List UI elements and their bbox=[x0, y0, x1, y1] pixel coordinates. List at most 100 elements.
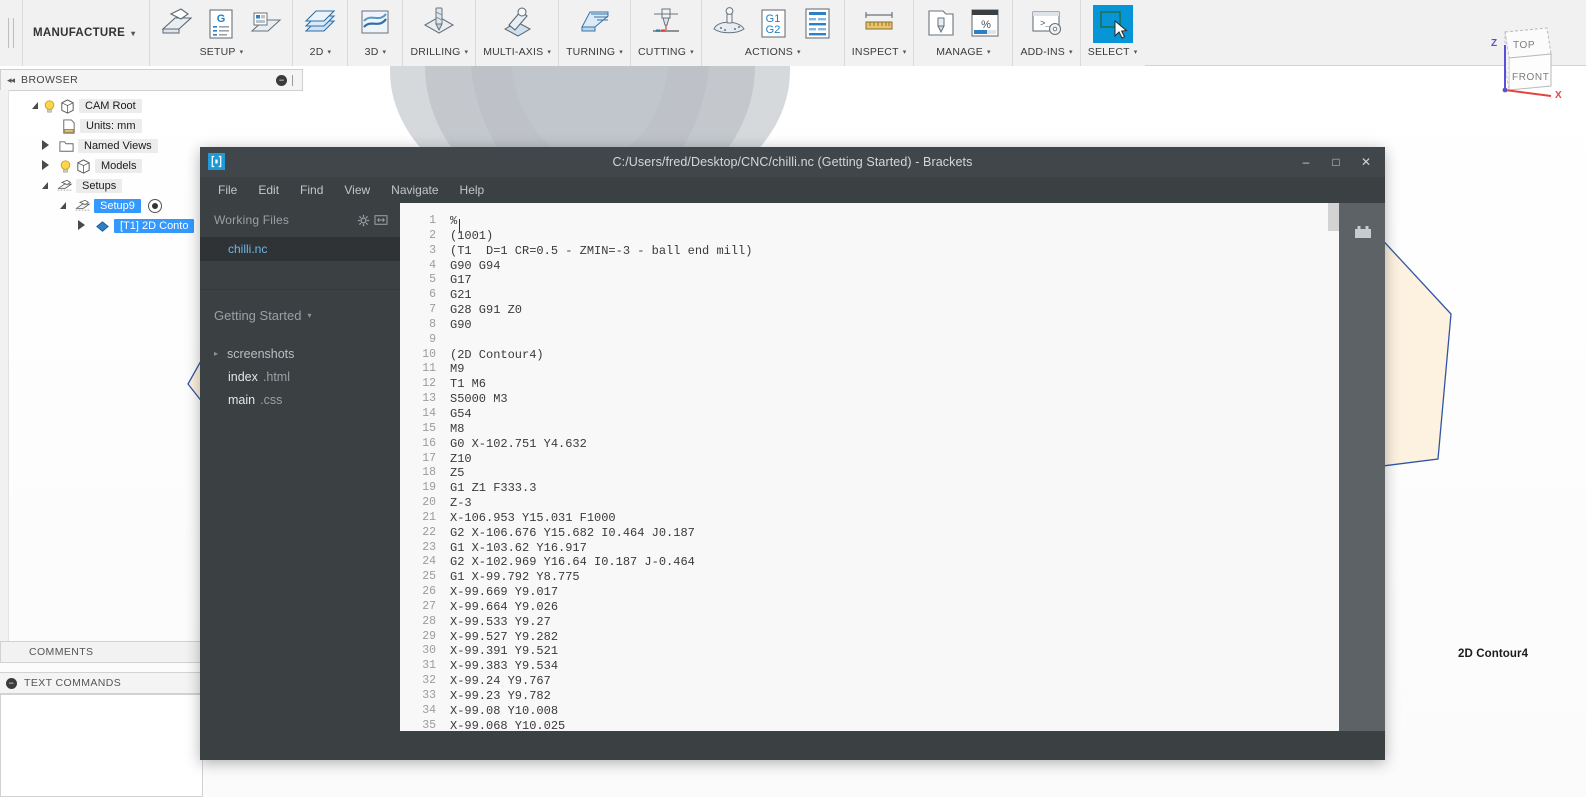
machining-time-icon[interactable]: % bbox=[965, 5, 1005, 43]
measure-ruler-icon[interactable] bbox=[859, 5, 899, 43]
expander-closed-icon[interactable] bbox=[74, 220, 88, 232]
line-text: X-99.527 Y9.282 bbox=[450, 629, 559, 644]
scripts-addins-icon[interactable]: >_ bbox=[1027, 5, 1067, 43]
code-line[interactable]: 7 G28 G91 Z0 bbox=[400, 303, 1339, 318]
code-line[interactable]: 23 G1 X-103.62 Y16.917 bbox=[400, 541, 1339, 556]
menu-file[interactable]: File bbox=[210, 180, 245, 200]
code-line[interactable]: 28 X-99.533 Y9.27 bbox=[400, 615, 1339, 630]
minimize-icon[interactable]: − bbox=[276, 74, 287, 86]
code-line[interactable]: 8 G90 bbox=[400, 318, 1339, 333]
code-line[interactable]: 19 G1 Z1 F333.3 bbox=[400, 481, 1339, 496]
code-editor[interactable]: 1% 2 (1001) 3 (T1 D=1 CR=0.5 - ZMIN=-3 - bal… bbox=[400, 203, 1339, 732]
view-cube-top-label[interactable]: TOP bbox=[1513, 40, 1535, 51]
setup-sheet-icon[interactable] bbox=[797, 5, 837, 43]
2d-toolpath-icon[interactable] bbox=[300, 5, 340, 43]
setup-from-model-icon[interactable] bbox=[157, 5, 197, 43]
menu-navigate[interactable]: Navigate bbox=[383, 180, 446, 200]
code-line[interactable]: 21 X-106.953 Y15.031 F1000 bbox=[400, 511, 1339, 526]
code-line[interactable]: 29 X-99.527 Y9.282 bbox=[400, 630, 1339, 645]
code-line[interactable]: 11 M9 bbox=[400, 362, 1339, 377]
light-bulb-icon[interactable] bbox=[42, 99, 57, 114]
minimize-button[interactable]: – bbox=[1291, 147, 1321, 177]
comments-panel-header[interactable]: COMMENTS bbox=[0, 641, 205, 663]
minimize-icon[interactable]: − bbox=[6, 677, 17, 689]
menu-edit[interactable]: Edit bbox=[250, 180, 287, 200]
code-line[interactable]: 22 G2 X-106.676 Y15.682 I0.464 J0.187 bbox=[400, 526, 1339, 541]
code-line[interactable]: 6 G21 bbox=[400, 288, 1339, 303]
turning-icon[interactable] bbox=[575, 5, 615, 43]
project-root-selector[interactable]: Getting Started ▾ bbox=[200, 298, 400, 332]
text-commands-panel-header[interactable]: − TEXT COMMANDS bbox=[0, 672, 205, 694]
code-line[interactable]: 25 G1 X-99.792 Y8.775 bbox=[400, 570, 1339, 585]
multi-axis-icon[interactable] bbox=[497, 5, 537, 43]
panel-resize-handle[interactable] bbox=[292, 74, 296, 86]
tree-item-cam-root[interactable]: CAM Root bbox=[0, 96, 303, 116]
editor-vertical-scrollbar[interactable] bbox=[1328, 203, 1339, 760]
code-line[interactable]: 18 Z5 bbox=[400, 466, 1339, 481]
working-file-chilli-nc[interactable]: chilli.nc bbox=[200, 237, 400, 261]
code-line[interactable]: 9 bbox=[400, 333, 1339, 348]
code-line[interactable]: 3 (T1 D=1 CR=0.5 - ZMIN=-3 - ball end mil… bbox=[400, 244, 1339, 259]
collapse-arrows-icon[interactable]: ◂◂ bbox=[7, 75, 15, 86]
expander-open-icon[interactable] bbox=[28, 101, 42, 111]
workspace-switcher[interactable]: MANUFACTURE ▾ bbox=[23, 0, 151, 66]
scrollbar-thumb[interactable] bbox=[1328, 203, 1339, 231]
menu-help[interactable]: Help bbox=[452, 180, 493, 200]
code-line[interactable]: 24 G2 X-102.969 Y16.64 I0.187 J-0.464 bbox=[400, 555, 1339, 570]
chevron-down-icon: ▾ bbox=[464, 49, 469, 56]
code-line[interactable]: 4 G90 G94 bbox=[400, 259, 1339, 274]
code-line[interactable]: 13 S5000 M3 bbox=[400, 392, 1339, 407]
gear-icon[interactable] bbox=[354, 211, 372, 229]
code-line[interactable]: 31 X-99.383 Y9.534 bbox=[400, 659, 1339, 674]
menu-find[interactable]: Find bbox=[292, 180, 331, 200]
select-window-icon[interactable] bbox=[1092, 5, 1133, 43]
code-line[interactable]: 34 X-99.08 Y10.008 bbox=[400, 704, 1339, 719]
code-line[interactable]: 33 X-99.23 Y9.782 bbox=[400, 689, 1339, 704]
code-line[interactable]: 17 Z10 bbox=[400, 452, 1339, 467]
expander-open-icon[interactable] bbox=[56, 201, 70, 211]
code-line[interactable]: 20 Z-3 bbox=[400, 496, 1339, 511]
code-line[interactable]: 12 T1 M6 bbox=[400, 377, 1339, 392]
line-number: 26 bbox=[422, 585, 436, 599]
code-line[interactable]: 10 (2D Contour4) bbox=[400, 348, 1339, 363]
light-bulb-icon[interactable] bbox=[58, 159, 73, 174]
drilling-icon[interactable] bbox=[419, 5, 459, 43]
setup-folder-icon[interactable] bbox=[245, 5, 285, 43]
code-line[interactable]: 14 G54 bbox=[400, 407, 1339, 422]
project-file-main-css[interactable]: main .css bbox=[200, 388, 400, 411]
project-file-index-html[interactable]: index .html bbox=[200, 365, 400, 388]
view-cube[interactable]: TOP FRONT Z X bbox=[1455, 10, 1575, 115]
brackets-titlebar[interactable]: C:/Users/fred/Desktop/CNC/chilli.nc (Get… bbox=[200, 147, 1385, 177]
menu-view[interactable]: View bbox=[336, 180, 378, 200]
split-view-icon[interactable] bbox=[372, 211, 390, 229]
project-folder-screenshots[interactable]: ▸ screenshots bbox=[200, 342, 400, 365]
expander-closed-icon[interactable] bbox=[38, 160, 52, 172]
browser-header[interactable]: ◂◂ BROWSER − bbox=[0, 69, 303, 91]
g1-g2-post-process-icon[interactable]: G1 G2 bbox=[753, 5, 793, 43]
code-line[interactable]: 32 X-99.24 Y9.767 bbox=[400, 674, 1339, 689]
maximize-button[interactable]: □ bbox=[1321, 147, 1351, 177]
view-cube-front-label[interactable]: FRONT bbox=[1512, 72, 1549, 83]
code-line[interactable]: 1% bbox=[400, 214, 1339, 229]
ribbon-grip[interactable] bbox=[0, 0, 23, 66]
code-line[interactable]: 35 X-99.068 Y10.025 bbox=[400, 719, 1339, 732]
tool-library-icon[interactable] bbox=[921, 5, 961, 43]
code-line[interactable]: 5 G17 bbox=[400, 273, 1339, 288]
code-line[interactable]: 26 X-99.669 Y9.017 bbox=[400, 585, 1339, 600]
code-line[interactable]: 30 X-99.391 Y9.521 bbox=[400, 644, 1339, 659]
code-line[interactable]: 15 M8 bbox=[400, 422, 1339, 437]
cutting-icon[interactable] bbox=[646, 5, 686, 43]
expander-closed-icon[interactable] bbox=[38, 140, 52, 152]
active-setup-radio[interactable] bbox=[147, 199, 162, 213]
code-line[interactable]: 2 (1001) bbox=[400, 229, 1339, 244]
code-line[interactable]: 27 X-99.664 Y9.026 bbox=[400, 600, 1339, 615]
expander-open-icon[interactable] bbox=[38, 181, 52, 191]
3d-toolpath-icon[interactable] bbox=[355, 5, 395, 43]
extension-manager-icon[interactable] bbox=[1353, 223, 1373, 240]
tree-item-units[interactable]: Units: mm bbox=[0, 116, 303, 136]
code-line[interactable]: 16 G0 X-102.751 Y4.632 bbox=[400, 437, 1339, 452]
g-code-setup-icon[interactable]: G bbox=[201, 5, 241, 43]
close-button[interactable]: ✕ bbox=[1351, 147, 1381, 177]
probe-icon[interactable] bbox=[709, 5, 749, 43]
text-commands-output[interactable] bbox=[0, 694, 203, 797]
